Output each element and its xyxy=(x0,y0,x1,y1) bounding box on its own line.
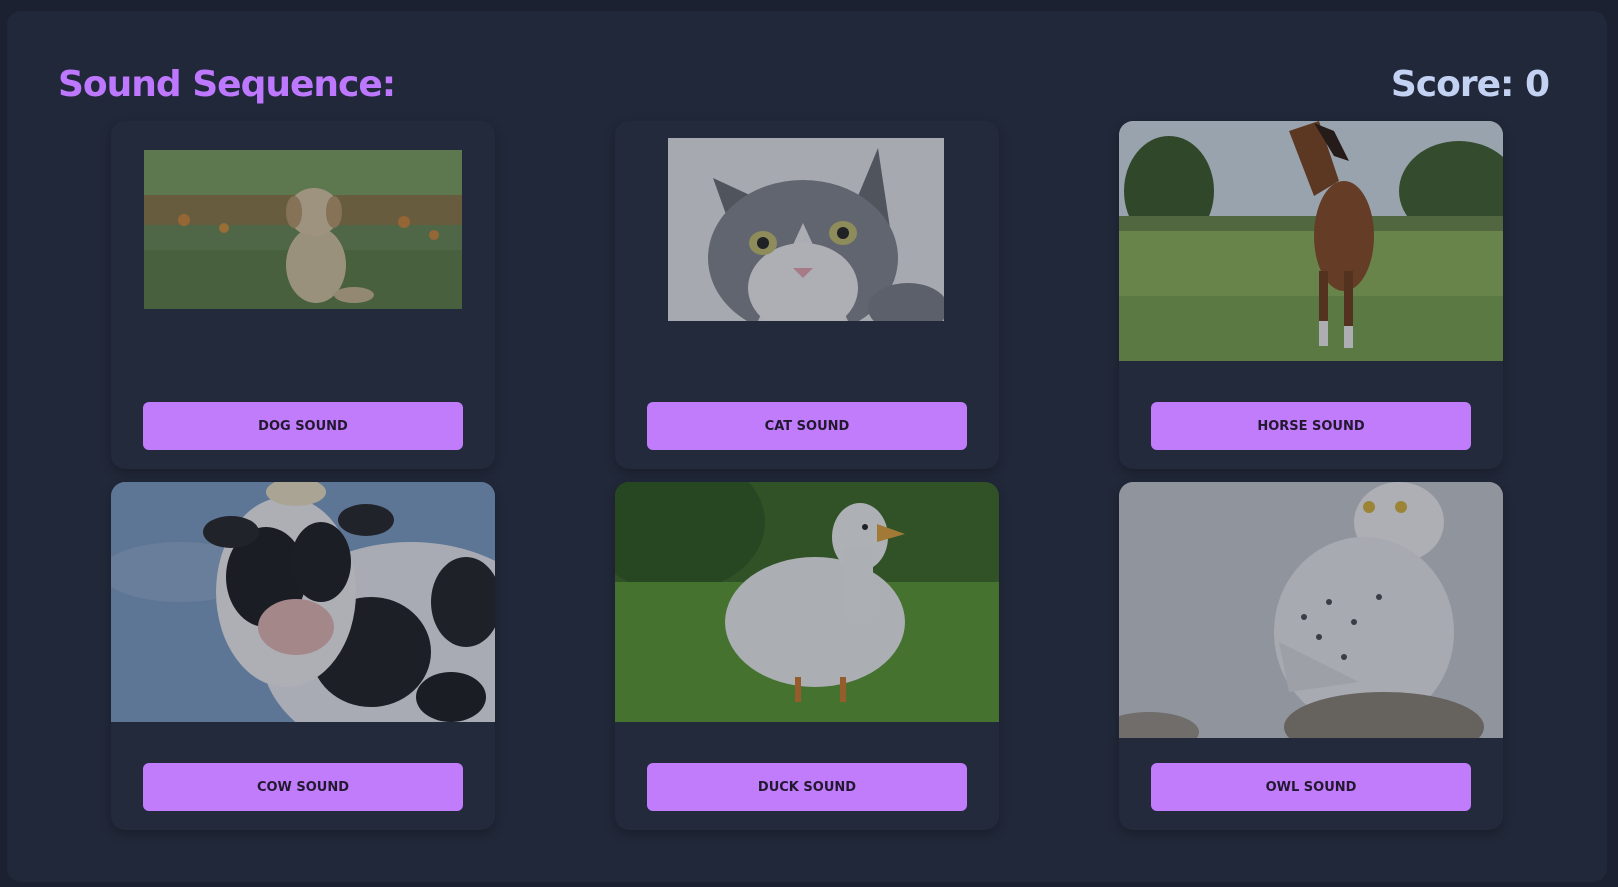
cat-sound-button[interactable]: CAT SOUND xyxy=(647,402,967,450)
game-panel: Sound Sequence: Score: 0 DOG SOUND CAT S… xyxy=(7,11,1607,882)
cow-sound-button[interactable]: COW SOUND xyxy=(143,763,463,811)
owl-image[interactable] xyxy=(1119,482,1503,738)
animal-card-cow: COW SOUND xyxy=(111,482,495,830)
page-title: Sound Sequence: xyxy=(58,64,396,105)
animal-card-owl: OWL SOUND xyxy=(1119,482,1503,830)
duck-sound-button[interactable]: DUCK SOUND xyxy=(647,763,967,811)
owl-sound-button[interactable]: OWL SOUND xyxy=(1151,763,1471,811)
cat-image[interactable] xyxy=(668,138,944,321)
duck-image[interactable] xyxy=(615,482,999,722)
animal-card-dog: DOG SOUND xyxy=(111,121,495,469)
horse-sound-button[interactable]: HORSE SOUND xyxy=(1151,402,1471,450)
score-display: Score: 0 xyxy=(1390,64,1550,105)
animal-card-duck: DUCK SOUND xyxy=(615,482,999,830)
animal-card-cat: CAT SOUND xyxy=(615,121,999,469)
animal-card-horse: HORSE SOUND xyxy=(1119,121,1503,469)
dog-sound-button[interactable]: DOG SOUND xyxy=(143,402,463,450)
horse-image[interactable] xyxy=(1119,121,1503,361)
cow-image[interactable] xyxy=(111,482,495,722)
dog-image[interactable] xyxy=(144,150,462,309)
